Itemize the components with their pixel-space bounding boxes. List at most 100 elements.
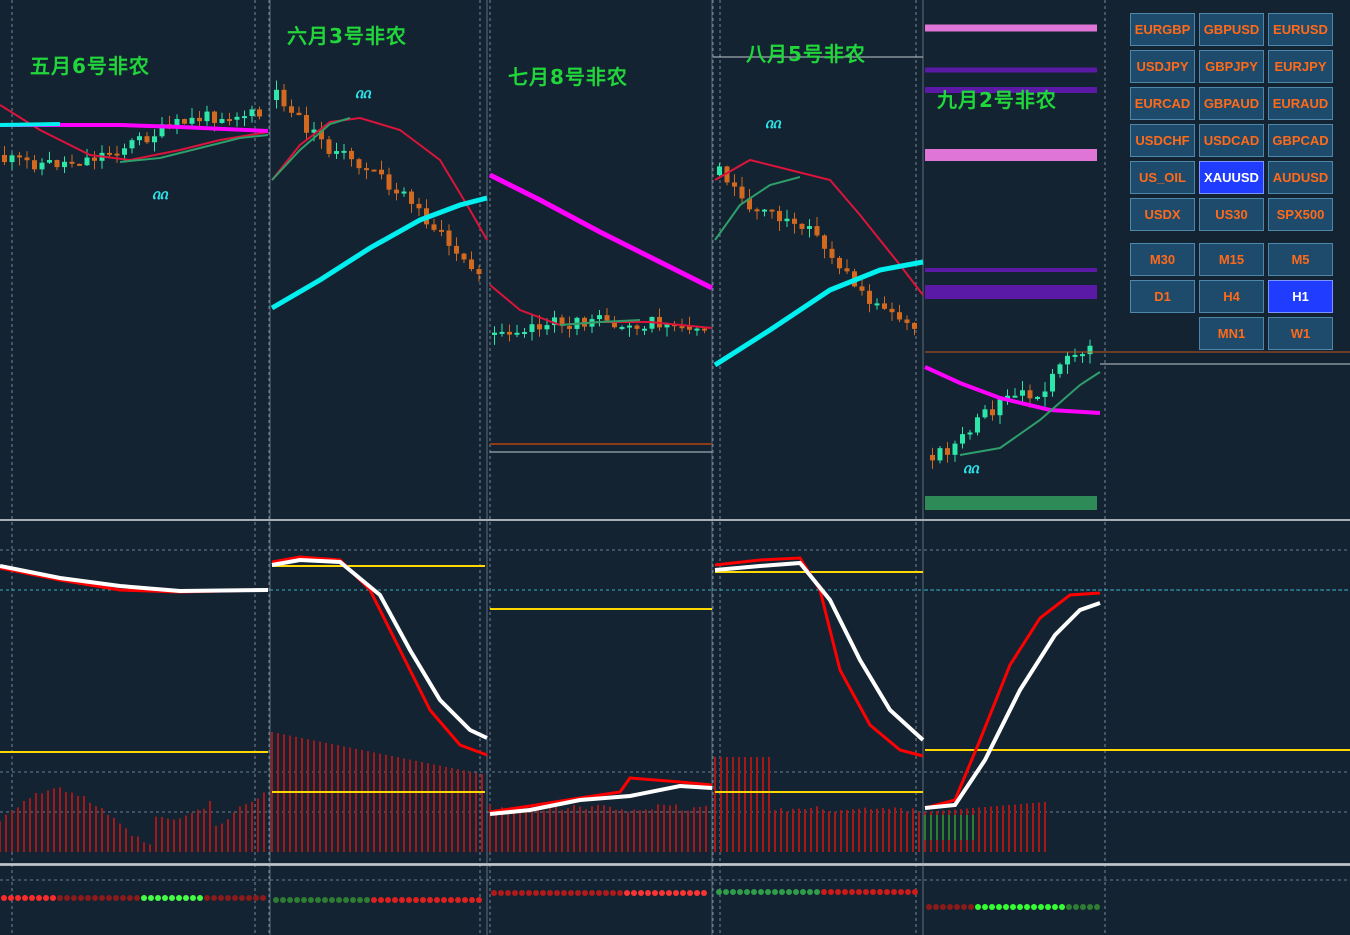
candle-body: [32, 160, 37, 170]
candle-body: [930, 455, 935, 461]
candle-body: [257, 109, 262, 117]
signal-dot: [765, 889, 771, 895]
timeframe-button-h1[interactable]: H1: [1268, 280, 1333, 313]
symbol-button-us30[interactable]: US30: [1199, 198, 1264, 231]
signal-dot: [364, 897, 370, 903]
signal-dot: [357, 897, 363, 903]
timeframe-button-m15[interactable]: M15: [1199, 243, 1264, 276]
timeframe-button-m5[interactable]: M5: [1268, 243, 1333, 276]
candle-body: [897, 312, 902, 320]
signal-dot: [1059, 904, 1065, 910]
candle-body: [174, 119, 180, 126]
signal-dot: [968, 904, 974, 910]
signal-dot: [800, 889, 806, 895]
signal-dot: [540, 890, 546, 896]
symbol-button-usdjpy[interactable]: USDJPY: [1130, 50, 1195, 83]
candle-body: [114, 153, 120, 156]
signal-dot: [420, 897, 426, 903]
candle-body: [274, 89, 279, 100]
signal-dot: [211, 895, 217, 901]
signal-dot: [141, 895, 147, 901]
signal-dot: [680, 890, 686, 896]
signal-dot: [933, 904, 939, 910]
signal-dot: [462, 897, 468, 903]
candle-body: [92, 157, 97, 161]
candle-body: [499, 331, 505, 334]
symbol-button-usdcad[interactable]: USDCAD: [1199, 124, 1264, 157]
candle-body: [197, 117, 202, 122]
signal-dot: [399, 897, 405, 903]
signal-dot: [498, 890, 504, 896]
candle-body: [122, 148, 127, 155]
signal-dot: [253, 895, 259, 901]
signal-dot: [737, 889, 743, 895]
timeframe-button-mn1[interactable]: MN1: [1199, 317, 1264, 350]
candle-body: [597, 315, 602, 320]
candle-body: [296, 112, 302, 116]
signal-dot: [336, 897, 342, 903]
candle-body: [529, 324, 535, 332]
signal-dot: [99, 895, 105, 901]
candle-body: [431, 224, 437, 230]
candle-body: [807, 226, 812, 229]
signal-dot: [519, 890, 525, 896]
symbol-button-eurgbp[interactable]: EURGBP: [1130, 13, 1195, 46]
timeframe-button-w1[interactable]: W1: [1268, 317, 1333, 350]
symbol-button-usdx[interactable]: USDX: [1130, 198, 1195, 231]
symbol-button-spx500[interactable]: SPX500: [1268, 198, 1333, 231]
symbol-button-eurcad[interactable]: EURCAD: [1130, 87, 1195, 120]
signal-dot: [610, 890, 616, 896]
signal-dot: [169, 895, 175, 901]
candle-body: [341, 150, 347, 153]
signal-dot: [287, 897, 293, 903]
timeframe-button-d1[interactable]: D1: [1130, 280, 1195, 313]
timeframe-button-m30[interactable]: M30: [1130, 243, 1195, 276]
signal-dot: [92, 895, 98, 901]
candle-body: [77, 163, 82, 166]
candle-body: [379, 169, 384, 175]
signal-dot: [772, 889, 778, 895]
candle-body: [242, 116, 247, 119]
symbol-button-gbpusd[interactable]: GBPUSD: [1199, 13, 1264, 46]
symbol-switch-panel: EURGBP GBPUSD EURUSD USDJPY GBPJPY EURJP…: [1127, 10, 1342, 355]
candle-body: [937, 448, 943, 461]
candle-body: [1012, 395, 1018, 398]
symbol-button-audusd[interactable]: AUDUSD: [1268, 161, 1333, 194]
signal-dot: [526, 890, 532, 896]
signal-dot: [113, 895, 119, 901]
signal-dot: [1087, 904, 1093, 910]
timeframe-button-h4[interactable]: H4: [1199, 280, 1264, 313]
candle-body: [522, 331, 527, 334]
symbol-button-xauusd[interactable]: XAUUSD: [1199, 161, 1264, 194]
symbol-button-eurusd[interactable]: EURUSD: [1268, 13, 1333, 46]
signal-dot: [533, 890, 539, 896]
signal-dot: [1003, 904, 1009, 910]
symbol-button-euraud[interactable]: EURAUD: [1268, 87, 1333, 120]
oscillator-main-line: [924, 601, 1101, 810]
candle-body: [212, 111, 217, 123]
signal-dot: [716, 889, 722, 895]
signal-dot: [120, 895, 126, 901]
ma-mid-line: [271, 117, 351, 181]
candle-body: [227, 119, 232, 122]
symbol-button-usdchf[interactable]: USDCHF: [1130, 124, 1195, 157]
symbol-button-gbpaud[interactable]: GBPAUD: [1199, 87, 1264, 120]
candle-body: [386, 174, 392, 190]
symbol-button-us-oil[interactable]: US_OIL: [1130, 161, 1195, 194]
signal-dot: [554, 890, 560, 896]
signal-dot: [912, 889, 918, 895]
fractal-marker-icon: ᦶ: [152, 184, 168, 203]
candle-body: [1035, 396, 1040, 399]
symbol-button-gbpcad[interactable]: GBPCAD: [1268, 124, 1333, 157]
signal-dot: [505, 890, 511, 896]
candle-body: [1087, 345, 1093, 355]
signal-dot: [687, 890, 693, 896]
zone-bar: [925, 268, 1097, 272]
oscillator-signal-line: [489, 776, 713, 814]
symbol-button-eurjpy[interactable]: EURJPY: [1268, 50, 1333, 83]
candle-body: [54, 160, 60, 168]
symbol-button-gbpjpy[interactable]: GBPJPY: [1199, 50, 1264, 83]
signal-dot: [155, 895, 161, 901]
signal-dot: [884, 889, 890, 895]
candle-body: [401, 191, 407, 194]
